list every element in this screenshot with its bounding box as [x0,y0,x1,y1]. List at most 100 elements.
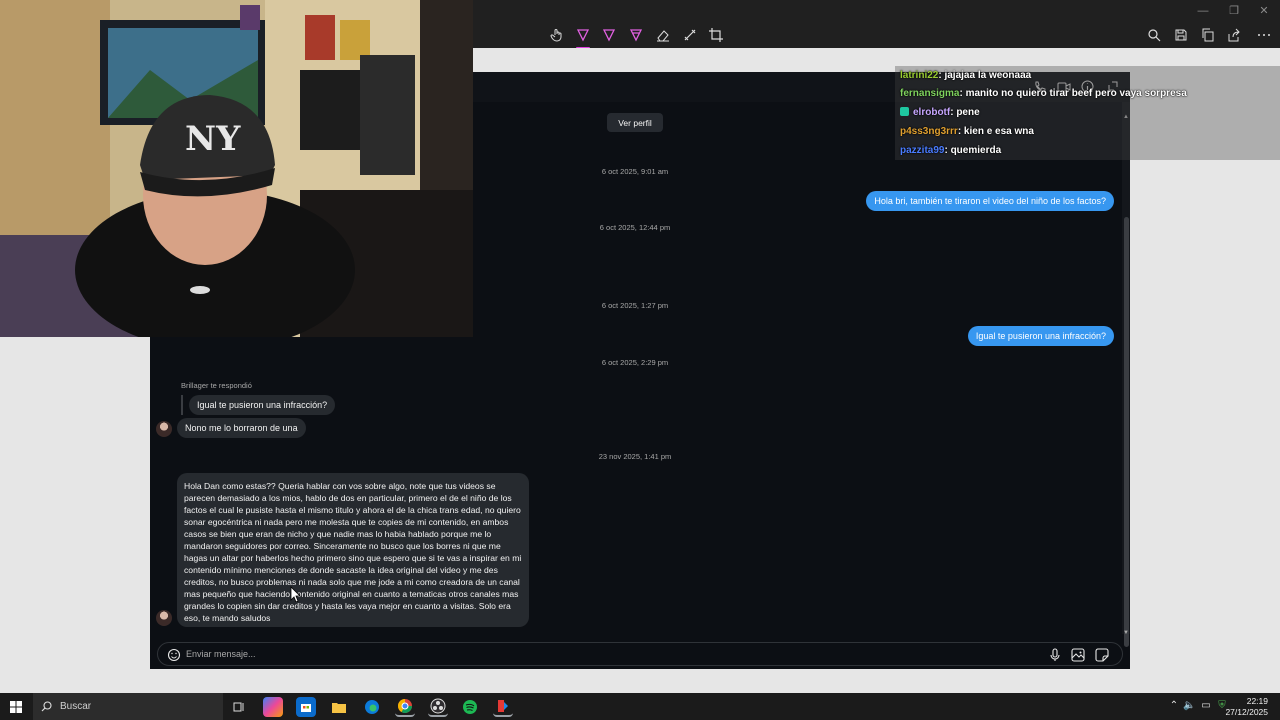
edge-app[interactable] [362,697,382,717]
pen-tool-1[interactable] [572,24,594,49]
voice-message-button[interactable] [1047,647,1063,663]
chat-text: : kien e esa wna [957,126,1034,137]
zoom-button[interactable] [1143,24,1165,46]
timestamp: 6 oct 2025, 12:44 pm [599,223,671,232]
more-icon [1258,34,1270,36]
streaming-app[interactable] [493,697,513,717]
task-view-button[interactable] [229,697,249,717]
mouse-cursor [290,586,301,602]
share-button[interactable] [1223,24,1245,46]
search-label: Buscar [60,701,92,712]
taskbar-search[interactable]: Buscar [33,693,223,720]
emoji-button[interactable] [166,647,182,663]
store-app[interactable] [296,697,316,717]
obs-icon [430,698,446,714]
volume-icon[interactable]: 🔈 [1183,700,1195,712]
chat-text: : manito no quiero tirar beef pero vaya … [959,88,1187,99]
reply-label: Brillager te respondió [181,381,252,390]
pen-tool-2[interactable] [598,24,620,46]
start-button[interactable] [6,697,26,717]
obs-app[interactable] [428,697,448,717]
chat-message: elrobotf: pene [900,107,980,118]
chat-username: p4ss3ng3rrr [900,126,958,137]
scroll-down-arrow[interactable]: ▼ [1123,630,1129,636]
show-hidden-icons-button[interactable]: ⌃ [1168,700,1180,712]
timestamp: 6 oct 2025, 1:27 pm [601,301,669,310]
outgoing-message[interactable]: Hola bri, también te tiraron el video de… [866,191,1114,211]
search-icon [41,701,52,712]
quoted-message: Igual te pusieron una infracción? [189,395,336,415]
highlighter-icon [629,29,643,42]
chrome-app[interactable] [395,697,415,717]
zoom-icon [1148,29,1161,42]
more-button[interactable] [1253,24,1275,46]
edge-icon [365,700,379,714]
svg-text:NY: NY [185,119,241,159]
eraser-tool[interactable] [652,24,674,46]
timestamp: 23 nov 2025, 1:41 pm [598,452,672,461]
maximize-button[interactable]: ❐ [1224,4,1244,18]
chat-message: fernansigma: manito no quiero tirar beef… [900,88,1187,99]
spotify-app[interactable] [460,697,480,717]
minimize-button[interactable]: — [1193,4,1213,18]
scrollbar-thumb[interactable] [1124,217,1129,647]
stream-chat-overlay: latrini22: jajajaa la weonaaa fernansigm… [895,66,1280,160]
clock-time: 22:19 [1246,696,1268,706]
sticker-icon [1095,648,1109,662]
outgoing-message[interactable]: Igual te pusieron una infracción? [967,326,1114,346]
crop-tool[interactable] [705,24,727,46]
windows-icon [10,701,22,713]
copilot-app[interactable] [263,697,283,717]
pen-icon [576,29,590,42]
scrollbar[interactable]: ▲ ▼ [1122,102,1130,647]
chrome-icon [398,699,412,713]
copy-icon [1202,28,1214,42]
chat-username: latrini22 [900,70,939,81]
webcam-feed-image: NY [0,0,473,337]
image-icon [1071,648,1085,662]
taskbar: Buscar ⌃ 🔈 ▭ ⛨ 22:19 27/12/2025 [0,693,1280,720]
folder-icon [332,703,346,713]
network-icon[interactable]: ▭ [1200,700,1212,712]
incoming-message[interactable]: Hola Dan como estas?? Queria hablar con … [177,473,529,627]
chat-text: : pene [950,107,980,118]
photo-button[interactable] [1070,647,1086,663]
avatar[interactable] [156,421,172,437]
ruler-icon [684,29,696,41]
avatar[interactable] [156,610,172,626]
highlighter-tool[interactable] [625,24,647,46]
store-icon [301,704,311,712]
incoming-message[interactable]: Nono me lo borraron de una [177,418,306,438]
app-icon [498,700,508,712]
save-button[interactable] [1170,24,1192,46]
touch-write-tool[interactable] [546,24,568,46]
message-input[interactable] [186,646,1006,662]
chat-message: p4ss3ng3rrr: kien e esa wna [900,126,1034,137]
save-icon [1175,29,1187,41]
sticker-button[interactable] [1094,647,1110,663]
chat-username: pazzita99 [900,145,945,156]
ruler-tool[interactable] [679,24,701,46]
message-composer [157,642,1123,666]
close-button[interactable]: ✕ [1254,4,1274,18]
webcam-overlay: NY [0,0,473,337]
eraser-icon [657,30,669,42]
chat-text: : jajajaa la weonaaa [938,70,1032,81]
share-icon [1228,28,1240,42]
hand-icon [550,29,562,42]
crop-icon [709,28,723,42]
microphone-icon [1050,648,1060,661]
chat-message: pazzita99: quemierda [900,145,1001,156]
file-explorer-app[interactable] [329,697,349,717]
reply-quote[interactable]: Igual te pusieron una infracción? [181,395,336,415]
timestamp: 6 oct 2025, 9:01 am [601,167,669,176]
view-profile-button[interactable]: Ver perfil [607,113,663,132]
spotify-icon [463,700,477,714]
bot-badge-icon [900,107,909,116]
system-clock[interactable]: 22:19 27/12/2025 [1225,696,1268,718]
pen-icon [602,29,616,42]
chat-message: latrini22: jajajaa la weonaaa [900,70,1031,81]
copy-button[interactable] [1197,24,1219,46]
chat-username: elrobotf [913,107,951,118]
task-view-icon [233,702,244,712]
